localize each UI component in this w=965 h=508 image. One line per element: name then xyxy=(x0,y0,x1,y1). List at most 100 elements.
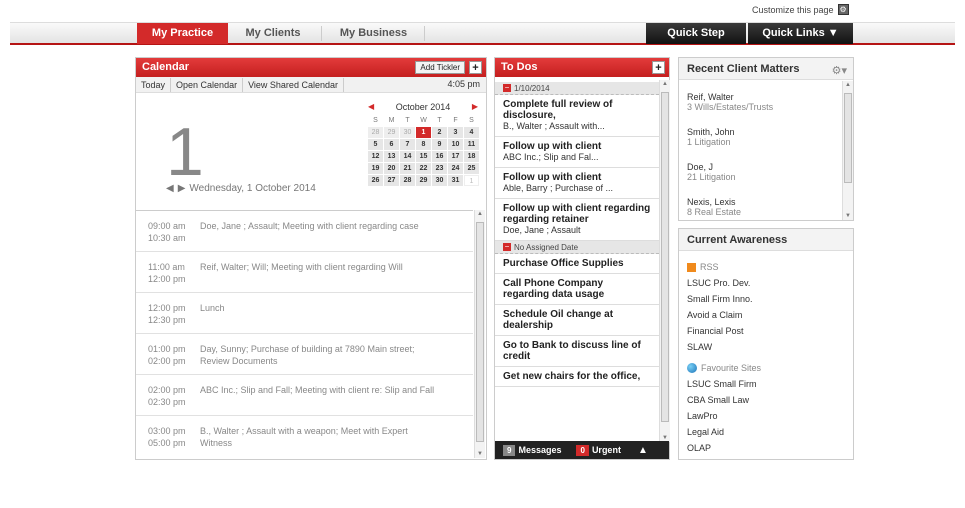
mini-day[interactable]: 24 xyxy=(448,163,463,174)
collapse-icon[interactable]: − xyxy=(503,243,511,251)
todo-group-header[interactable]: − 1/10/2014 xyxy=(495,82,659,95)
mini-day[interactable]: 30 xyxy=(400,127,415,138)
appointment-row[interactable]: 01:00 pm 02:00 pm Day, Sunny; Purchase o… xyxy=(136,334,473,375)
add-tickler-button[interactable]: Add Tickler xyxy=(415,61,465,74)
next-month-icon[interactable]: ▶ xyxy=(472,102,478,112)
rss-link[interactable]: Small Firm Inno. xyxy=(687,294,753,304)
mini-day[interactable]: 14 xyxy=(400,151,415,162)
mini-day[interactable]: 1 xyxy=(464,175,479,186)
favourite-link[interactable]: LSUC Small Firm xyxy=(687,379,757,389)
open-calendar-button[interactable]: Open Calendar xyxy=(171,77,244,92)
mini-day-today[interactable]: 1 xyxy=(416,127,431,138)
add-icon[interactable]: + xyxy=(469,61,482,74)
prev-day-icon[interactable]: ◀ xyxy=(166,183,174,194)
scroll-up-icon[interactable]: ▲ xyxy=(660,81,670,87)
mini-day[interactable]: 22 xyxy=(416,163,431,174)
mini-day[interactable]: 30 xyxy=(432,175,447,186)
matter-item[interactable]: Reif, Walter 3 Wills/Estates/Trusts xyxy=(687,92,773,112)
todo-item[interactable]: Get new chairs for the office, xyxy=(495,367,659,387)
mini-day[interactable]: 11 xyxy=(464,139,479,150)
todo-scrollbar[interactable]: ▲ ▼ xyxy=(659,80,670,442)
mini-day[interactable]: 17 xyxy=(448,151,463,162)
mini-day[interactable]: 5 xyxy=(368,139,383,150)
matter-item[interactable]: Nexis, Lexis 8 Real Estate xyxy=(687,197,741,219)
gear-icon[interactable]: ⚙ xyxy=(837,4,849,15)
matters-scrollbar[interactable]: ▲ ▼ xyxy=(842,81,853,220)
mini-day[interactable]: 23 xyxy=(432,163,447,174)
favourite-link[interactable]: OLAP xyxy=(687,443,711,453)
quick-links-button[interactable]: Quick Links ▼ xyxy=(748,23,853,44)
scroll-up-icon[interactable]: ▲ xyxy=(475,211,485,217)
settings-gear-icon[interactable]: ⚙▾ xyxy=(832,60,847,82)
mini-day[interactable]: 26 xyxy=(368,175,383,186)
mini-day[interactable]: 28 xyxy=(368,127,383,138)
todo-item[interactable]: Purchase Office Supplies xyxy=(495,254,659,274)
urgent-link[interactable]: Urgent xyxy=(592,445,621,455)
appointment-row[interactable]: 11:00 am 12:00 pm Reif, Walter; Will; Me… xyxy=(136,252,473,293)
mini-day[interactable]: 12 xyxy=(368,151,383,162)
favourite-link[interactable]: LawPro xyxy=(687,411,718,421)
rss-link[interactable]: SLAW xyxy=(687,342,712,352)
mini-day[interactable]: 10 xyxy=(448,139,463,150)
favourite-link[interactable]: Legal Aid xyxy=(687,427,724,437)
mini-day[interactable]: 6 xyxy=(384,139,399,150)
mini-day[interactable]: 31 xyxy=(448,175,463,186)
appointment-row[interactable]: 12:00 pm 12:30 pm Lunch xyxy=(136,293,473,334)
appointment-row[interactable]: 09:00 am 10:30 am Doe, Jane ; Assault; M… xyxy=(136,211,473,252)
favourite-link[interactable]: CBA Small Law xyxy=(687,395,749,405)
tab-my-business[interactable]: My Business xyxy=(326,23,421,44)
scroll-down-icon[interactable]: ▼ xyxy=(475,451,485,457)
tab-my-clients[interactable]: My Clients xyxy=(232,23,314,44)
scroll-thumb[interactable] xyxy=(844,93,852,183)
rss-link[interactable]: LSUC Pro. Dev. xyxy=(687,278,750,288)
todo-item[interactable]: Follow up with client Able, Barry ; Purc… xyxy=(495,168,659,199)
view-shared-calendar-button[interactable]: View Shared Calendar xyxy=(243,77,344,92)
todo-item[interactable]: Follow up with client ABC Inc.; Slip and… xyxy=(495,137,659,168)
mini-day[interactable]: 27 xyxy=(384,175,399,186)
rss-link[interactable]: Financial Post xyxy=(687,326,744,336)
scroll-up-icon[interactable]: ▲ xyxy=(843,82,853,88)
customize-page-link[interactable]: Customize this page ⚙ xyxy=(752,4,849,15)
scroll-down-icon[interactable]: ▼ xyxy=(843,213,853,219)
todo-item[interactable]: Schedule Oil change at dealership xyxy=(495,305,659,336)
mini-day[interactable]: 13 xyxy=(384,151,399,162)
mini-day[interactable]: 3 xyxy=(448,127,463,138)
scroll-thumb[interactable] xyxy=(661,92,669,422)
appointment-row[interactable]: 02:00 pm 02:30 pm ABC Inc.; Slip and Fal… xyxy=(136,375,473,416)
mini-day[interactable]: 18 xyxy=(464,151,479,162)
appointment-scrollbar[interactable]: ▲ ▼ xyxy=(474,210,485,458)
todo-item[interactable]: Follow up with client regarding regardin… xyxy=(495,199,659,241)
mini-day[interactable]: 20 xyxy=(384,163,399,174)
mini-day[interactable]: 16 xyxy=(432,151,447,162)
mini-day[interactable]: 28 xyxy=(400,175,415,186)
tab-my-practice[interactable]: My Practice xyxy=(137,23,228,44)
add-todo-icon[interactable]: + xyxy=(652,61,665,74)
mini-day[interactable]: 7 xyxy=(400,139,415,150)
mini-day[interactable]: 2 xyxy=(432,127,447,138)
todo-item[interactable]: Go to Bank to discuss line of credit xyxy=(495,336,659,367)
matter-item[interactable]: Smith, John 1 Litigation xyxy=(687,127,735,147)
next-day-icon[interactable]: ▶ xyxy=(178,183,186,194)
mini-day[interactable]: 8 xyxy=(416,139,431,150)
mini-day[interactable]: 19 xyxy=(368,163,383,174)
expand-up-icon[interactable]: ▲ xyxy=(638,445,648,456)
quick-step-button[interactable]: Quick Step xyxy=(646,23,746,44)
mini-day[interactable]: 25 xyxy=(464,163,479,174)
todo-item[interactable]: Complete full review of disclosure, B., … xyxy=(495,95,659,137)
today-button[interactable]: Today xyxy=(136,77,172,92)
mini-day[interactable]: 21 xyxy=(400,163,415,174)
mini-day[interactable]: 4 xyxy=(464,127,479,138)
matter-item[interactable]: Doe, J 21 Litigation xyxy=(687,162,736,182)
prev-month-icon[interactable]: ◀ xyxy=(368,102,374,112)
mini-day[interactable]: 29 xyxy=(384,127,399,138)
rss-link[interactable]: Avoid a Claim xyxy=(687,310,742,320)
messages-link[interactable]: Messages xyxy=(518,445,561,455)
appointment-row[interactable]: 03:00 pm 05:00 pm B., Walter ; Assault w… xyxy=(136,416,473,457)
scroll-thumb[interactable] xyxy=(476,222,484,442)
mini-day[interactable]: 15 xyxy=(416,151,431,162)
todo-group-header[interactable]: − No Assigned Date xyxy=(495,241,659,254)
collapse-icon[interactable]: − xyxy=(503,84,511,92)
mini-day[interactable]: 9 xyxy=(432,139,447,150)
mini-day[interactable]: 29 xyxy=(416,175,431,186)
todo-item[interactable]: Call Phone Company regarding data usage xyxy=(495,274,659,305)
